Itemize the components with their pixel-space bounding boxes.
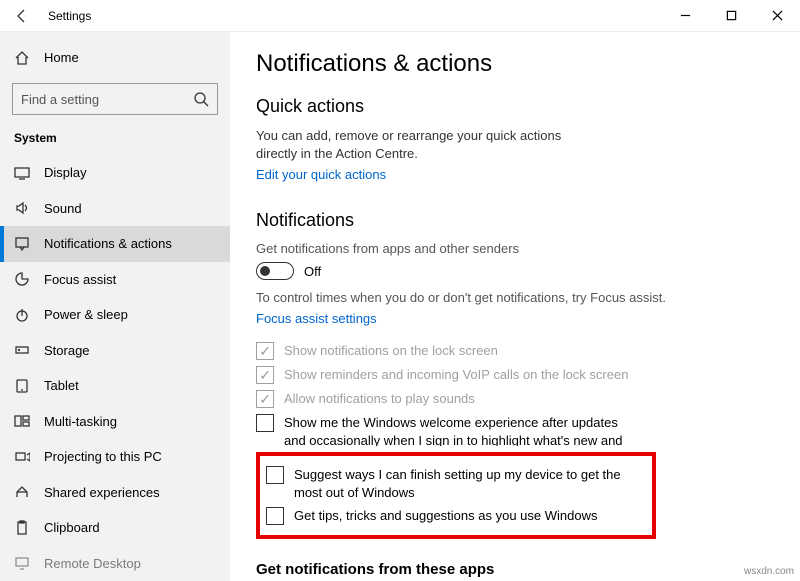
toggle-state: Off [304,264,321,279]
sidebar-item-storage[interactable]: Storage [0,333,230,369]
search-input[interactable]: Find a setting [12,83,218,115]
check-tips[interactable]: Get tips, tricks and suggestions as you … [266,507,646,525]
clipboard-icon [14,520,30,536]
check-voip: ✓ Show reminders and incoming VoIP calls… [256,366,636,384]
sidebar-item-label: Power & sleep [44,307,128,322]
check-label: Show reminders and incoming VoIP calls o… [284,366,628,384]
sidebar-item-label: Notifications & actions [44,236,172,251]
check-label: Show notifications on the lock screen [284,342,498,360]
checkbox-icon [266,507,284,525]
sidebar-item-label: Storage [44,343,90,358]
check-label: Show me the Windows welcome experience a… [284,414,636,446]
checkbox-icon: ✓ [256,342,274,360]
check-finish-setup[interactable]: Suggest ways I can finish setting up my … [266,466,646,501]
checkbox-icon: ✓ [256,366,274,384]
display-icon [14,165,30,181]
apps-heading: Get notifications from these apps [256,561,774,578]
search-placeholder: Find a setting [21,92,99,107]
multitasking-icon [14,413,30,429]
sidebar-item-label: Clipboard [44,520,100,535]
content-area: Notifications & actions Quick actions Yo… [230,32,800,581]
checkbox-icon: ✓ [256,390,274,408]
back-button[interactable] [0,8,44,24]
sidebar-item-multitasking[interactable]: Multi-tasking [0,404,230,440]
home-icon [14,50,30,66]
window-title: Settings [44,9,91,23]
sidebar-item-label: Projecting to this PC [44,449,162,464]
sound-icon [14,200,30,216]
sidebar-item-notifications[interactable]: Notifications & actions [0,226,230,262]
sidebar-item-remote-desktop[interactable]: Remote Desktop [0,546,230,581]
sidebar-item-projecting[interactable]: Projecting to this PC [0,439,230,475]
check-lockscreen: ✓ Show notifications on the lock screen [256,342,636,360]
close-button[interactable] [754,0,800,32]
sidebar-item-label: Focus assist [44,272,116,287]
sidebar-section: System [0,123,230,155]
projecting-icon [14,449,30,465]
check-welcome-experience[interactable]: Show me the Windows welcome experience a… [256,414,636,446]
notifications-heading: Notifications [256,210,774,231]
home-button[interactable]: Home [0,38,230,77]
sidebar-item-shared[interactable]: Shared experiences [0,475,230,511]
sidebar-item-sound[interactable]: Sound [0,191,230,227]
power-icon [14,307,30,323]
sidebar-item-clipboard[interactable]: Clipboard [0,510,230,546]
minimize-button[interactable] [662,0,708,32]
edit-quick-actions-link[interactable]: Edit your quick actions [256,167,386,182]
quick-actions-heading: Quick actions [256,96,774,117]
quick-actions-desc: You can add, remove or rearrange your qu… [256,127,596,163]
checkbox-icon [266,466,284,484]
maximize-button[interactable] [708,0,754,32]
sidebar-item-label: Display [44,165,87,180]
focus-assist-hint: To control times when you do or don't ge… [256,290,774,305]
highlight-annotation: Suggest ways I can finish setting up my … [256,452,656,539]
sidebar-item-focus-assist[interactable]: Focus assist [0,262,230,298]
notifications-sub: Get notifications from apps and other se… [256,241,774,256]
notifications-icon [14,236,30,252]
focus-assist-icon [14,271,30,287]
search-icon [193,91,209,107]
page-title: Notifications & actions [256,50,774,78]
shared-icon [14,484,30,500]
check-label: Allow notifications to play sounds [284,390,475,408]
sidebar-item-label: Sound [44,201,82,216]
sidebar-item-label: Tablet [44,378,79,393]
watermark: wsxdn.com [744,566,794,577]
titlebar: Settings [0,0,800,32]
home-label: Home [44,50,79,65]
sidebar-item-label: Remote Desktop [44,556,141,571]
sidebar-item-power[interactable]: Power & sleep [0,297,230,333]
sidebar-item-label: Shared experiences [44,485,160,500]
sidebar-item-display[interactable]: Display [0,155,230,191]
check-label: Get tips, tricks and suggestions as you … [294,507,597,525]
check-sounds: ✓ Allow notifications to play sounds [256,390,636,408]
tablet-icon [14,378,30,394]
notifications-toggle[interactable] [256,262,294,280]
sidebar: Home Find a setting System Display Sound… [0,32,230,581]
focus-assist-settings-link[interactable]: Focus assist settings [256,311,377,326]
remote-desktop-icon [14,555,30,571]
check-label: Suggest ways I can finish setting up my … [294,466,646,501]
sidebar-item-tablet[interactable]: Tablet [0,368,230,404]
checkbox-icon [256,414,274,432]
sidebar-item-label: Multi-tasking [44,414,117,429]
storage-icon [14,342,30,358]
